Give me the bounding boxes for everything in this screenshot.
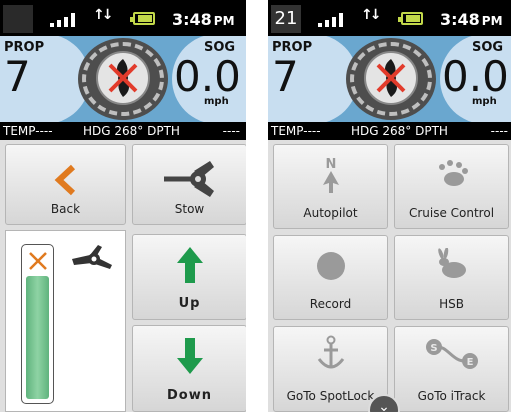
record-label: Record: [309, 297, 352, 311]
trim-indicator: [5, 230, 126, 412]
sog-unit: mph: [204, 96, 229, 107]
up-arrow-icon: [176, 247, 203, 283]
svg-text:N: N: [325, 157, 336, 172]
depth-readout: ----: [222, 124, 240, 138]
goto-itrack-label: GoTo iTrack: [417, 389, 486, 403]
back-label: Back: [50, 202, 81, 216]
gauge-panel: PROP 7 SOG 0.0 mph: [268, 36, 511, 122]
rabbit-icon: [437, 248, 466, 278]
sog-unit: mph: [472, 96, 497, 107]
prop-disabled-icon: [364, 51, 418, 105]
info-bar: TEMP---- HDG 268° DPTH ----: [0, 122, 246, 140]
down-arrow-icon: [176, 338, 203, 374]
autopilot-label: Autopilot: [303, 206, 358, 220]
prop-value: 7: [272, 52, 299, 101]
signal-icon: [50, 13, 84, 27]
clock: 3:48 PM: [172, 10, 235, 29]
control-panel: Back Stow Up Down: [0, 140, 246, 412]
anchor-icon: [317, 335, 344, 369]
temp-readout: TEMP----: [3, 124, 53, 138]
sog-value: 0.0: [174, 52, 241, 101]
depth-readout: ----: [490, 124, 508, 138]
stow-button[interactable]: Stow: [132, 144, 246, 225]
north-arrow-icon: N: [322, 157, 339, 193]
down-label: Down: [167, 388, 212, 403]
stow-icon: [163, 161, 214, 197]
mode-panel: N Autopilot Cruise Control Record HSB Go…: [268, 140, 511, 412]
svg-text:E: E: [466, 357, 473, 368]
trim-limit-icon: [29, 252, 47, 270]
left-screen: ↑↓ 3:48 PM PROP 7 SOG 0.0 mph TEMP---- HD…: [0, 0, 246, 412]
heading-readout: HDG 268° DPTH: [351, 124, 448, 138]
gauge-panel: PROP 7 SOG 0.0 mph: [0, 36, 246, 122]
autopilot-button[interactable]: N Autopilot: [273, 144, 388, 229]
notification-count[interactable]: 21: [271, 5, 301, 33]
status-bar: 21 ↑↓ 3:48 PM: [268, 0, 511, 36]
chevron-down-icon: ⌄: [378, 399, 390, 412]
notification-tile: [3, 5, 33, 33]
trim-gauge: [21, 244, 54, 404]
stow-label: Stow: [174, 202, 205, 216]
prop-value: 7: [4, 52, 31, 101]
cruise-icon: [438, 160, 468, 186]
data-arrows-icon: ↑↓: [93, 7, 114, 23]
cruise-control-label: Cruise Control: [408, 206, 495, 220]
sog-value: 0.0: [442, 52, 509, 101]
back-chevron-icon: [54, 164, 75, 196]
signal-icon: [318, 13, 352, 27]
info-bar: TEMP---- HDG 268° DPTH ----: [268, 122, 511, 140]
battery-icon: [130, 12, 155, 25]
temp-readout: TEMP----: [271, 124, 321, 138]
prop-disabled-icon: [96, 51, 150, 105]
trim-motor-icon: [72, 245, 112, 269]
record-icon: [316, 252, 345, 280]
hsb-label: HSB: [439, 297, 464, 311]
right-screen: 21 ↑↓ 3:48 PM PROP 7 SOG 0.0 mph TEMP----…: [268, 0, 511, 412]
trim-up-button[interactable]: Up: [132, 234, 246, 320]
heading-readout: HDG 268° DPTH: [83, 124, 180, 138]
status-bar: ↑↓ 3:48 PM: [0, 0, 246, 36]
cruise-control-button[interactable]: Cruise Control: [394, 144, 509, 229]
hsb-button[interactable]: HSB: [394, 235, 509, 320]
trim-down-button[interactable]: Down: [132, 325, 246, 412]
data-arrows-icon: ↑↓: [361, 7, 382, 23]
goto-itrack-button[interactable]: S E GoTo iTrack: [394, 326, 509, 412]
trim-level-fill: [26, 276, 49, 399]
clock: 3:48 PM: [440, 10, 503, 29]
record-button[interactable]: Record: [273, 235, 388, 320]
back-button[interactable]: Back: [5, 144, 126, 225]
up-label: Up: [178, 296, 201, 311]
itrack-icon: S E: [425, 339, 478, 369]
svg-text:S: S: [430, 343, 437, 354]
battery-icon: [398, 12, 423, 25]
